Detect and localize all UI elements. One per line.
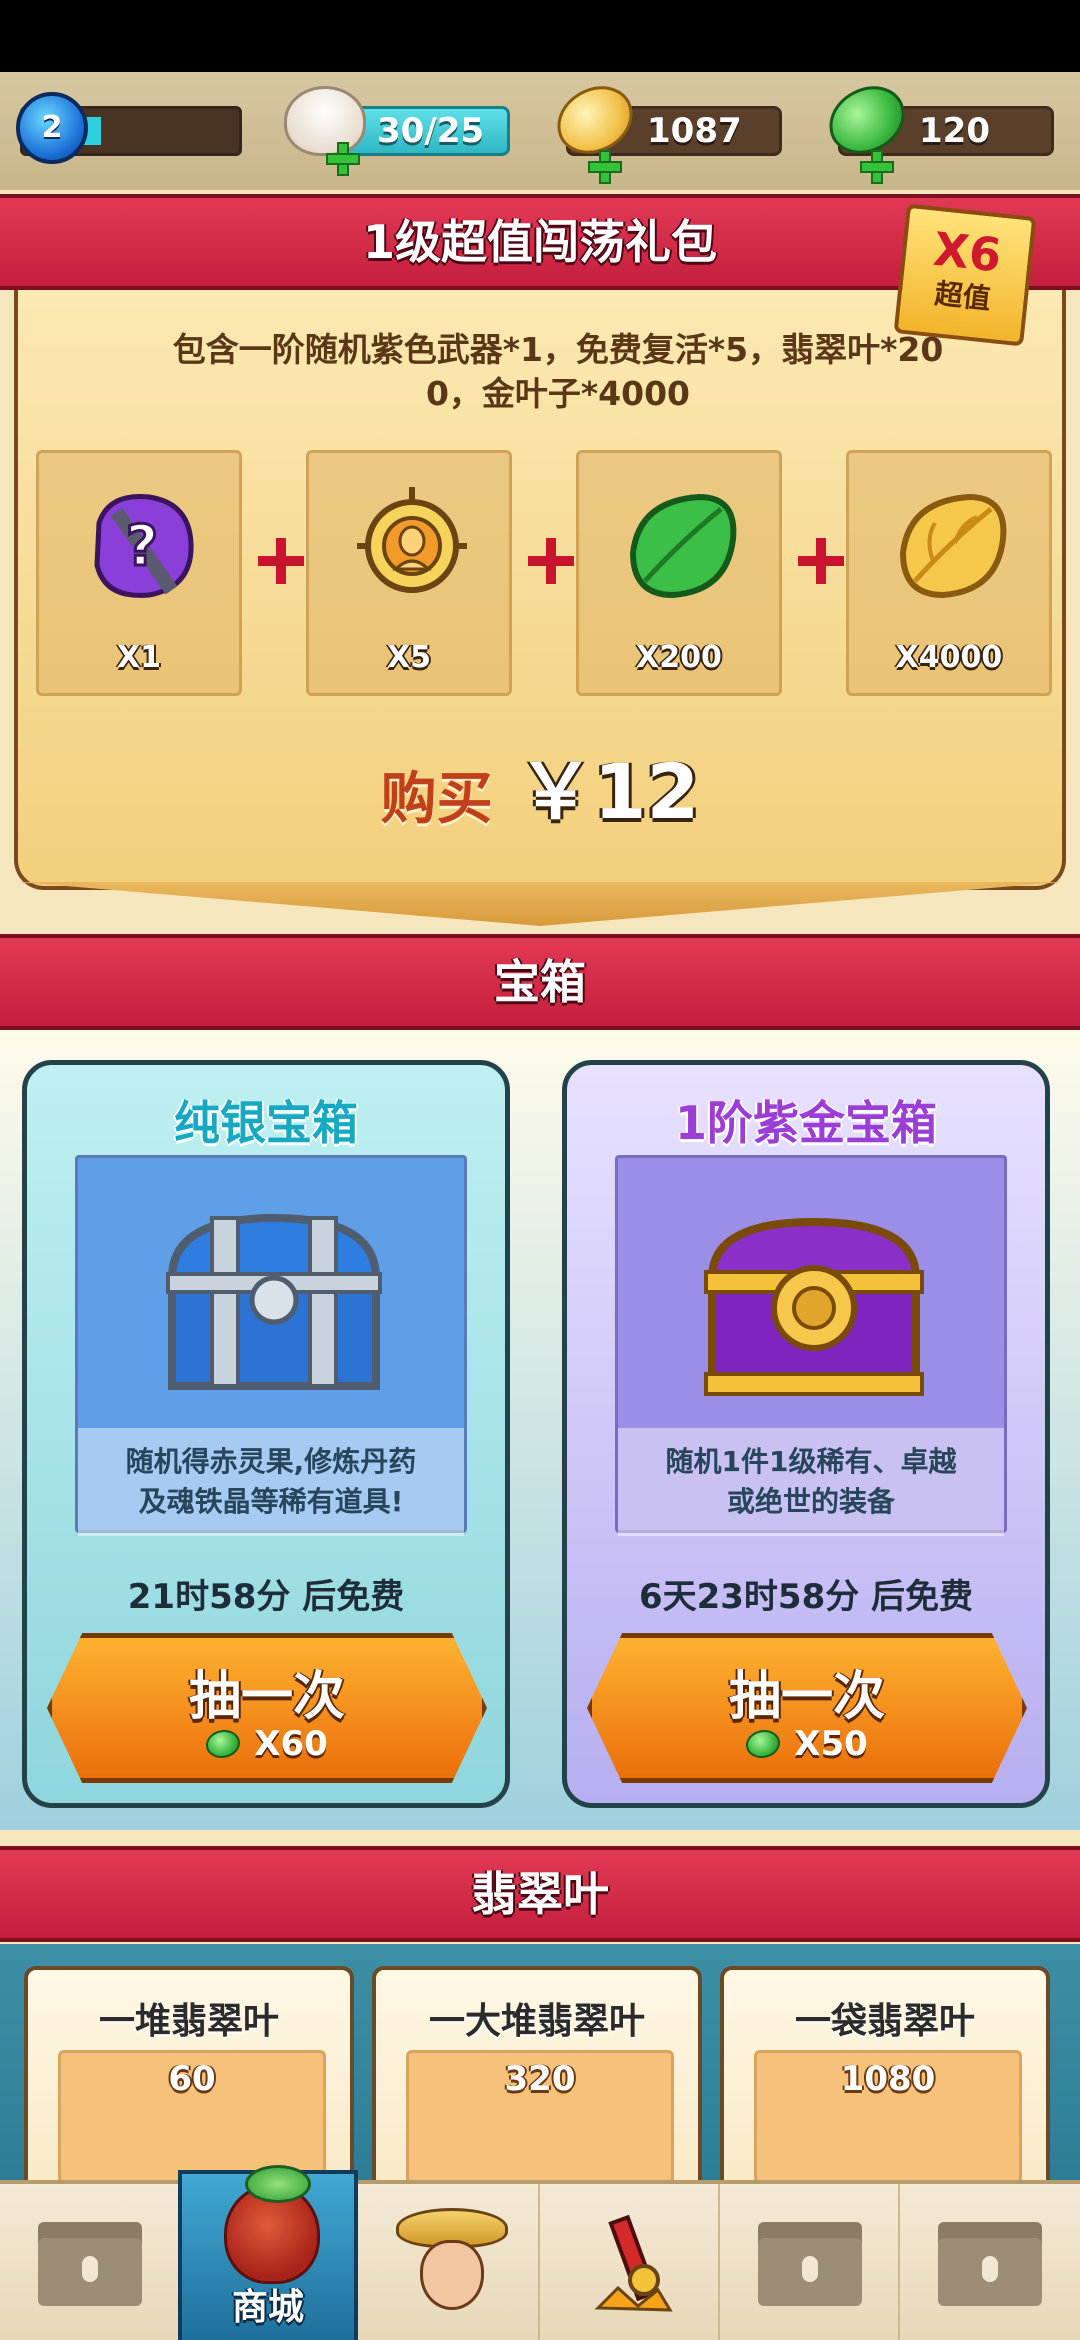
- plus-icon: [528, 538, 574, 584]
- chest-description: 随机1件1级稀有、卓越 或绝世的装备: [618, 1428, 1004, 1536]
- level-badge[interactable]: 2: [16, 92, 88, 164]
- gift-pack-panel: 包含一阶随机紫色武器*1，免费复活*5，翡翠叶*20 0，金叶子*4000 ? …: [14, 290, 1066, 890]
- revive-icon: [357, 487, 467, 593]
- chest-image-frame: 随机得赤灵果,修炼丹药 及魂铁晶等稀有道具!: [75, 1155, 467, 1536]
- tab-locked-1[interactable]: [0, 2184, 180, 2340]
- stamina-value: 30/25: [377, 111, 485, 151]
- purple-gold-chest-icon: [704, 1217, 924, 1396]
- chest-description-line: 及魂铁晶等稀有道具!: [138, 1485, 404, 1518]
- emerald-leaf-icon: [206, 1730, 241, 1758]
- chest-description-line: 或绝世的装备: [726, 1485, 895, 1518]
- chest-name: 纯银宝箱: [174, 1096, 358, 1150]
- gold-leaf-icon: [899, 493, 1007, 599]
- chest-name: 1阶紫金宝箱: [674, 1096, 937, 1150]
- emerald-pack-name: 一袋翡翠叶: [794, 2001, 975, 2042]
- gift-item-slot[interactable]: X4000: [846, 450, 1052, 696]
- buy-button[interactable]: 购买 ￥12: [18, 730, 1062, 840]
- buy-price: ￥12: [517, 747, 700, 836]
- bottom-tab-bar: 商城: [0, 2165, 1080, 2340]
- silver-chest-card: 纯银宝箱 随机得赤灵果,修炼丹药 及魂铁晶等稀有道具! 21时58分 后免费 抽…: [22, 1060, 510, 1808]
- tab-locked-2[interactable]: [720, 2184, 900, 2340]
- locked-gate-icon: [758, 2222, 862, 2306]
- chest-description-line: 随机得赤灵果,修炼丹药: [125, 1445, 417, 1478]
- tab-shop[interactable]: 商城: [178, 2165, 358, 2340]
- draw-cost: X50: [592, 1724, 1022, 1764]
- value-badge: X6 超值: [893, 203, 1037, 347]
- chest-description: 随机得赤灵果,修炼丹药 及魂铁晶等稀有道具!: [78, 1428, 464, 1536]
- silver-chest-icon: [166, 1213, 382, 1390]
- emerald-pack-amount: 60: [168, 2059, 216, 2099]
- hero-portrait-icon: [396, 2208, 508, 2318]
- draw-cost-value: X50: [794, 1724, 868, 1764]
- gift-item-slot[interactable]: ? X1: [36, 450, 242, 696]
- emerald-leaf-value: 120: [919, 111, 990, 151]
- tab-hero[interactable]: [360, 2184, 540, 2340]
- gift-item-qty: X200: [636, 640, 722, 675]
- stamina-add-button[interactable]: [286, 106, 360, 176]
- draw-button-label: 抽一次: [188, 1667, 345, 1727]
- chest-image-frame: 随机1件1级稀有、卓越 或绝世的装备: [615, 1155, 1007, 1536]
- chest-section-title: 宝箱: [0, 934, 1080, 1030]
- emerald-pack-name: 一堆翡翠叶: [98, 2001, 279, 2042]
- draw-once-button[interactable]: 抽一次 X60: [47, 1633, 487, 1783]
- gift-pack-description-line: 0，金叶子*4000: [425, 374, 691, 413]
- gift-item-qty: X5: [386, 640, 431, 675]
- emerald-leaf-icon: [629, 493, 737, 599]
- plus-icon: [860, 150, 894, 184]
- plus-icon: [798, 538, 844, 584]
- emerald-leaf-add-button[interactable]: [846, 112, 896, 184]
- gold-leaf-add-button[interactable]: [574, 112, 624, 184]
- shop-bag-icon: [224, 2165, 320, 2284]
- buy-label: 购买: [380, 767, 493, 832]
- emerald-pack-name: 一大堆翡翠叶: [428, 2001, 645, 2042]
- plus-icon: [326, 142, 360, 176]
- draw-button-label: 抽一次: [728, 1667, 885, 1727]
- emerald-pack-amount: 320: [504, 2059, 576, 2099]
- resource-bar: 2 30/25 1087 120: [0, 72, 1080, 190]
- emerald-pack-amount: 1080: [840, 2059, 936, 2099]
- free-timer: 21时58分 后免费: [127, 1577, 405, 1617]
- mystery-weapon-icon: ?: [94, 494, 194, 598]
- gift-item-slot[interactable]: X200: [576, 450, 782, 696]
- tab-equipment[interactable]: [540, 2184, 720, 2340]
- draw-once-button[interactable]: 抽一次 X50: [587, 1633, 1027, 1783]
- gift-item-slot[interactable]: X5: [306, 450, 512, 696]
- chest-description-line: 随机1件1级稀有、卓越: [665, 1445, 957, 1478]
- purple-gold-chest-card: 1阶紫金宝箱 随机1件1级稀有、卓越 或绝世的装备 6天23时58分 后免费 抽…: [562, 1060, 1050, 1808]
- emerald-leaf-icon: [746, 1730, 781, 1758]
- gold-leaf-value: 1087: [647, 111, 742, 151]
- locked-gate-icon: [938, 2222, 1042, 2306]
- draw-cost: X60: [52, 1724, 482, 1764]
- emerald-section-title: 翡翠叶: [0, 1846, 1080, 1942]
- tab-locked-3[interactable]: [900, 2184, 1080, 2340]
- gift-pack-description: 包含一阶随机紫色武器*1，免费复活*5，翡翠叶*20 0，金叶子*4000: [138, 328, 978, 416]
- plus-icon: [588, 150, 622, 184]
- locked-gate-icon: [38, 2222, 142, 2306]
- weapon-icon: [594, 2214, 673, 2312]
- tab-shop-label: 商城: [231, 2287, 304, 2328]
- draw-cost-value: X60: [254, 1724, 328, 1764]
- plus-icon: [258, 538, 304, 584]
- free-timer: 6天23时58分 后免费: [638, 1577, 974, 1617]
- gift-item-qty: X4000: [895, 640, 1003, 675]
- gift-item-qty: X1: [116, 640, 161, 675]
- status-bar: [0, 0, 1080, 72]
- gift-pack-description-line: 包含一阶随机紫色武器*1，免费复活*5，翡翠叶*20: [172, 330, 944, 369]
- svg-text:?: ?: [126, 514, 158, 579]
